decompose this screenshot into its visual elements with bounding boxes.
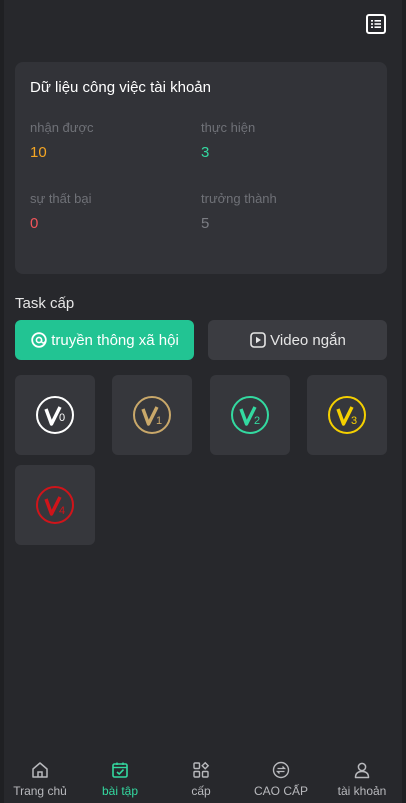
v4-badge-icon: 4: [36, 486, 74, 524]
tab-social-media[interactable]: truyền thông xã hội: [15, 320, 194, 360]
stat-label: thực hiện: [201, 120, 256, 135]
stat-label: sự thất bại: [30, 191, 92, 206]
social-icon: [30, 331, 48, 349]
v1-badge-icon: 1: [133, 396, 171, 434]
card-title: Dữ liệu công việc tài khoản: [30, 79, 211, 96]
stat-received: nhận được 10: [30, 120, 94, 161]
stat-value: 5: [201, 215, 210, 232]
bottom-navigation: Trang chủ bài tập cấp CAO CẤP tài khoản: [4, 752, 402, 803]
stat-value: 3: [201, 144, 210, 161]
stat-matured: trưởng thành 5: [201, 191, 277, 232]
stat-label: trưởng thành: [201, 191, 277, 206]
stat-value: 10: [30, 144, 47, 161]
nav-item-home[interactable]: Trang chủ: [0, 752, 80, 803]
stat-failed: sự thất bại 0: [30, 191, 91, 232]
level-sub: 4: [59, 505, 65, 517]
level-v3-tile[interactable]: 3: [307, 375, 387, 455]
level-v2-tile[interactable]: 2: [210, 375, 290, 455]
play-icon: [249, 331, 267, 349]
stat-value: 0: [30, 215, 39, 232]
nav-label: bài tập: [101, 784, 139, 798]
stat-label: nhận được: [30, 120, 94, 135]
nav-item-premium[interactable]: CAO CẤP: [241, 752, 321, 803]
v2-badge-icon: 2: [231, 396, 269, 434]
level-v0-tile[interactable]: 0: [15, 375, 95, 455]
nav-item-level[interactable]: cấp: [161, 752, 241, 803]
nav-item-account[interactable]: tài khoản: [322, 752, 402, 803]
list-icon[interactable]: [366, 14, 386, 34]
task-icon: [112, 762, 128, 778]
section-title-task-level: Task cấp: [15, 295, 75, 312]
user-icon: [354, 762, 370, 779]
v0-badge-icon: 0: [36, 396, 74, 434]
level-v1-tile[interactable]: 1: [112, 375, 192, 455]
level-sub: 0: [59, 412, 65, 424]
home-icon: [32, 762, 48, 778]
exchange-icon: [272, 761, 290, 779]
nav-label: Trang chủ: [13, 784, 67, 798]
tab-label: Video ngắn: [270, 331, 346, 349]
nav-label: CAO CẤP: [253, 784, 308, 798]
tab-short-video[interactable]: Video ngắn: [208, 320, 387, 360]
level-sub: 2: [254, 415, 260, 427]
app-screen: Dữ liệu công việc tài khoản nhận được 10…: [4, 0, 402, 803]
grid-icon: [193, 761, 210, 778]
stat-completed: thực hiện 3: [201, 120, 255, 161]
tab-label: truyền thông xã hội: [51, 331, 179, 349]
level-v4-tile[interactable]: 4: [15, 465, 95, 545]
nav-item-tasks[interactable]: bài tập: [80, 752, 160, 803]
level-sub: 1: [156, 415, 162, 427]
nav-label: tài khoản: [337, 784, 387, 798]
top-bar: [4, 0, 402, 50]
account-task-stats-card: Dữ liệu công việc tài khoản nhận được 10…: [15, 62, 387, 274]
nav-label: cấp: [191, 784, 211, 798]
level-sub: 3: [351, 415, 357, 427]
v3-badge-icon: 3: [328, 396, 366, 434]
